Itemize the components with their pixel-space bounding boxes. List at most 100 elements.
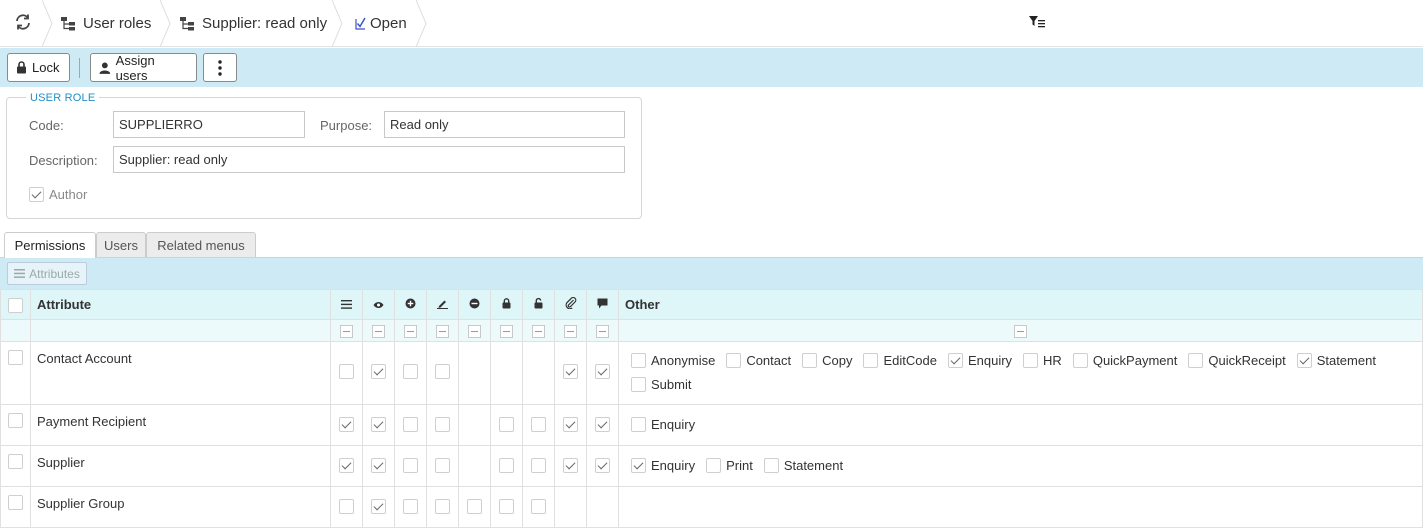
permission-checkbox-lock[interactable] <box>499 499 514 514</box>
permission-checkbox-lock[interactable] <box>499 458 514 473</box>
more-options-button[interactable] <box>203 53 237 82</box>
other-permission-option[interactable]: Statement <box>763 458 843 473</box>
filter-toggle[interactable] <box>404 325 417 339</box>
other-permission-checkbox[interactable] <box>631 353 646 368</box>
permission-checkbox-paperclip[interactable] <box>563 458 578 473</box>
permission-checkbox-comment[interactable] <box>595 364 610 379</box>
other-column-header[interactable]: Other <box>618 289 1423 320</box>
permission-checkbox-list[interactable] <box>339 417 354 432</box>
author-checkbox[interactable]: Author <box>29 187 87 202</box>
permission-checkbox-minus-circle[interactable] <box>467 499 482 514</box>
permission-checkbox-unlock[interactable] <box>531 499 546 514</box>
other-permission-checkbox[interactable] <box>1296 353 1312 368</box>
table-row[interactable]: Contact Account Anonymise Contact Copy EditC… <box>0 341 1423 405</box>
other-permission-checkbox[interactable] <box>726 353 742 368</box>
table-row[interactable]: Supplier Group <box>0 486 1423 528</box>
other-permission-option[interactable]: QuickReceipt <box>1188 353 1286 368</box>
filter-toggle[interactable] <box>340 325 353 339</box>
filter-toggle[interactable] <box>564 325 577 339</box>
other-permission-option[interactable]: EditCode <box>863 353 937 368</box>
permission-checkbox-eye[interactable] <box>371 364 386 379</box>
other-permission-checkbox[interactable] <box>1023 353 1039 368</box>
permission-checkbox-unlock[interactable] <box>531 458 546 473</box>
permission-checkbox-lock[interactable] <box>499 417 514 432</box>
column-header-edit[interactable] <box>426 289 459 320</box>
other-permission-checkbox[interactable] <box>631 458 646 473</box>
column-header-unlock[interactable] <box>522 289 555 320</box>
column-header-attach[interactable] <box>554 289 587 320</box>
filter-toggle[interactable] <box>468 325 481 339</box>
row-select-checkbox[interactable] <box>8 454 23 469</box>
tab-permissions[interactable]: Permissions <box>4 232 96 258</box>
permission-checkbox-plus-circle[interactable] <box>403 499 418 514</box>
other-permission-checkbox[interactable] <box>706 458 722 473</box>
other-permission-checkbox[interactable] <box>863 353 879 368</box>
permission-checkbox-plus-circle[interactable] <box>403 458 418 473</box>
filter-toggle[interactable] <box>596 325 609 339</box>
other-permission-checkbox[interactable] <box>763 458 779 473</box>
other-permission-option[interactable]: Enquiry <box>631 458 695 473</box>
other-permission-checkbox[interactable] <box>802 353 818 368</box>
permission-checkbox-unlock[interactable] <box>531 417 546 432</box>
attribute-column-header[interactable]: Attribute <box>30 289 331 320</box>
code-field[interactable]: SUPPLIERRO <box>113 111 305 138</box>
permission-checkbox-eye[interactable] <box>371 499 386 514</box>
permission-checkbox-plus-circle[interactable] <box>403 417 418 432</box>
purpose-field[interactable]: Read only <box>384 111 625 138</box>
other-permission-option[interactable]: Print <box>706 458 753 473</box>
other-permission-option[interactable]: Anonymise <box>631 353 715 368</box>
permission-checkbox-pencil[interactable] <box>435 499 450 514</box>
permission-checkbox-comment[interactable] <box>595 458 610 473</box>
other-permission-option[interactable]: Submit <box>631 377 691 392</box>
assign-users-button[interactable]: Assign users <box>90 53 197 83</box>
permission-checkbox-list[interactable] <box>339 458 354 473</box>
column-header-add[interactable] <box>394 289 427 320</box>
permission-checkbox-paperclip[interactable] <box>563 417 578 432</box>
other-permission-option[interactable]: Contact <box>726 353 791 368</box>
other-permission-option[interactable]: QuickPayment <box>1072 353 1177 368</box>
other-permission-checkbox[interactable] <box>631 417 646 432</box>
filter-toggle[interactable] <box>500 325 513 339</box>
author-checkbox-box[interactable] <box>29 187 44 202</box>
other-permission-option[interactable]: Enquiry <box>947 353 1012 368</box>
breadcrumb-open[interactable]: Open <box>355 0 407 47</box>
breadcrumb-user-roles[interactable]: User roles <box>60 0 151 47</box>
permission-checkbox-pencil[interactable] <box>435 458 450 473</box>
filter-list-icon[interactable] <box>1029 15 1046 29</box>
breadcrumb-supplier-read-only[interactable]: Supplier: read only <box>179 0 327 47</box>
table-row[interactable]: Supplier Enquiry Print Statement <box>0 445 1423 487</box>
refresh-icon[interactable] <box>14 13 32 31</box>
column-header-comment[interactable] <box>586 289 619 320</box>
other-permission-checkbox[interactable] <box>1188 353 1204 368</box>
other-permission-option[interactable]: Enquiry <box>631 417 695 432</box>
permission-checkbox-plus-circle[interactable] <box>403 364 418 379</box>
permission-checkbox-eye[interactable] <box>371 417 386 432</box>
row-select-checkbox[interactable] <box>8 413 23 428</box>
permission-checkbox-comment[interactable] <box>595 417 610 432</box>
permission-checkbox-list[interactable] <box>339 499 354 514</box>
tab-related-menus[interactable]: Related menus <box>146 232 256 257</box>
table-row[interactable]: Payment Recipient Enquiry <box>0 404 1423 446</box>
other-permission-checkbox[interactable] <box>947 353 963 368</box>
select-all-checkbox[interactable] <box>8 297 23 313</box>
tab-users[interactable]: Users <box>96 232 146 257</box>
column-header-remove[interactable] <box>458 289 491 320</box>
permission-checkbox-pencil[interactable] <box>435 364 450 379</box>
column-header-lock[interactable] <box>490 289 523 320</box>
permission-checkbox-eye[interactable] <box>371 458 386 473</box>
filter-toggle[interactable] <box>436 325 449 339</box>
other-permission-option[interactable]: HR <box>1023 353 1062 368</box>
permission-checkbox-list[interactable] <box>339 364 354 379</box>
filter-toggle[interactable] <box>532 325 545 339</box>
attributes-button[interactable]: Attributes <box>7 262 87 285</box>
column-header-view[interactable] <box>362 289 395 320</box>
filter-toggle[interactable] <box>1014 325 1027 339</box>
permission-checkbox-pencil[interactable] <box>435 417 450 432</box>
other-permission-option[interactable]: Copy <box>802 353 852 368</box>
other-permission-checkbox[interactable] <box>631 377 646 392</box>
lock-button[interactable]: Lock <box>7 53 70 82</box>
other-permission-checkbox[interactable] <box>1072 353 1088 368</box>
row-select-checkbox[interactable] <box>8 495 23 510</box>
other-permission-option[interactable]: Statement <box>1296 353 1376 368</box>
column-header-list[interactable] <box>330 289 363 320</box>
